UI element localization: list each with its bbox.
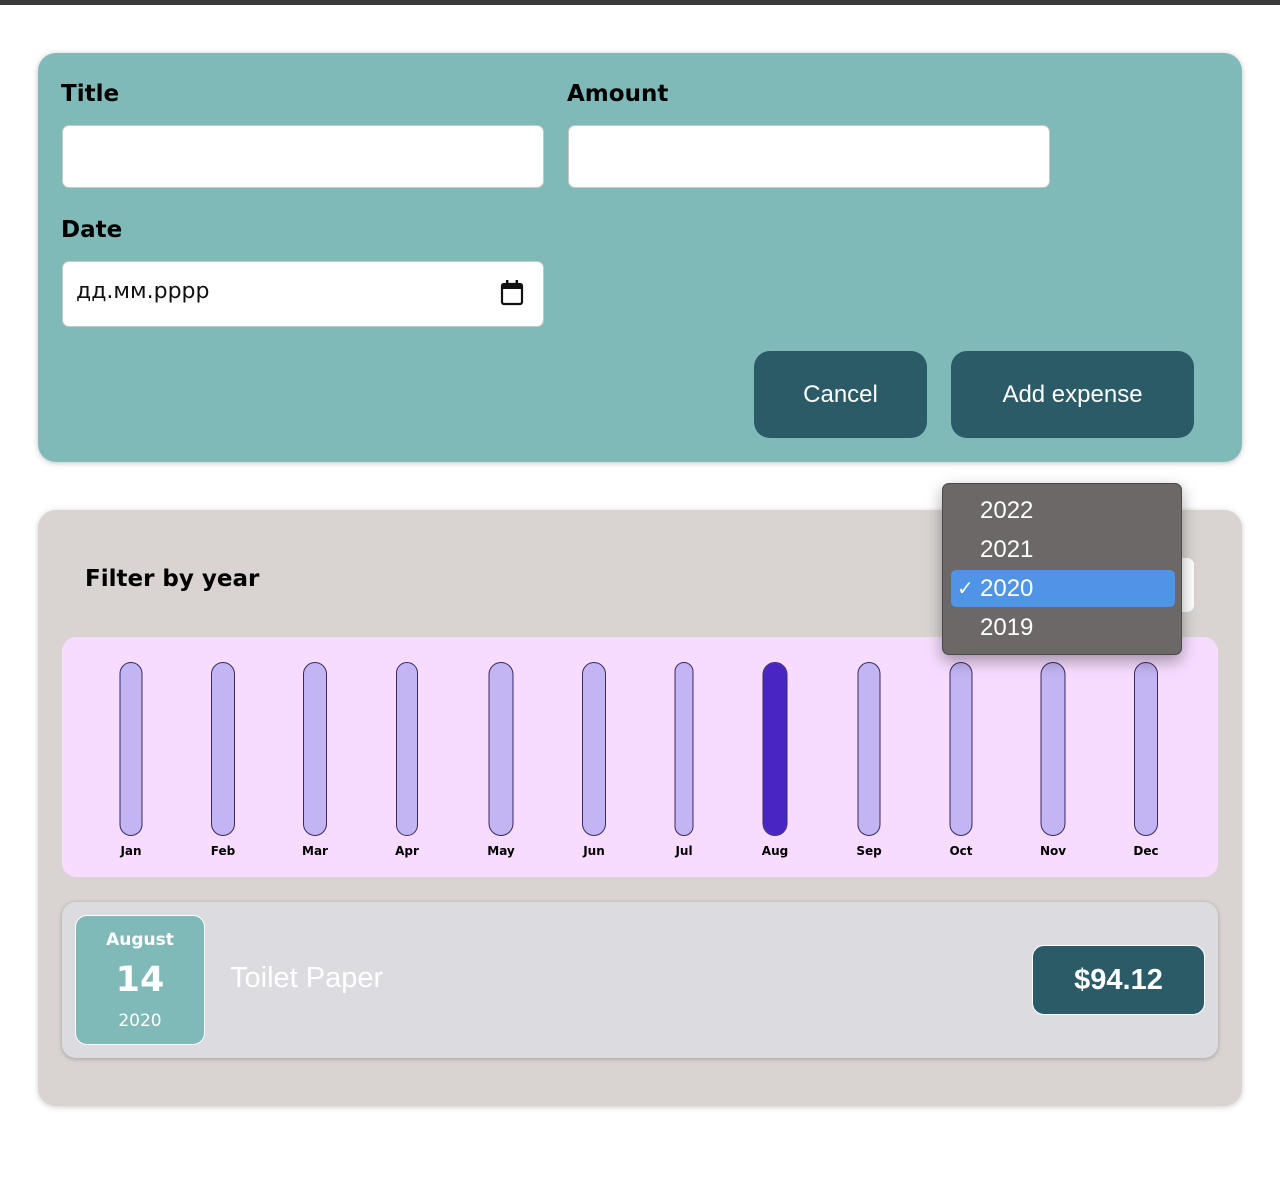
year-option-2021[interactable]: 2021	[951, 531, 1175, 568]
add-expense-button[interactable]: Add expense	[951, 351, 1194, 438]
year-option-2020[interactable]: ✓ 2020	[951, 570, 1175, 607]
chart-bar-column: Feb	[193, 660, 253, 860]
chart-bar-jun	[582, 662, 606, 836]
chart-bar-oct	[949, 662, 973, 836]
chart-bar-label: Sep	[856, 844, 882, 858]
chart-bar-label: Aug	[761, 844, 789, 858]
chart-bar-column: Nov	[1023, 660, 1083, 860]
checkmark-icon: ✓	[957, 578, 974, 600]
chart-bar-column: Mar	[285, 660, 345, 860]
chart-bar-label: Jul	[675, 844, 693, 858]
date-placeholder: дд.мм.рррр	[76, 279, 210, 304]
expense-month: August	[106, 930, 174, 950]
expense-day: 14	[115, 960, 165, 1000]
date-label: Date	[61, 217, 123, 243]
chart-bar-jan	[119, 662, 143, 836]
chart-bar-label: Oct	[949, 844, 973, 858]
chart-bar-aug	[762, 662, 788, 836]
chart-bar-label: Feb	[210, 844, 236, 858]
year-option-label: 2022	[980, 497, 1034, 524]
cancel-button[interactable]: Cancel	[754, 351, 927, 438]
year-option-label: 2021	[980, 536, 1034, 563]
year-dropdown-menu: 2022 2021 ✓ 2020 2019	[942, 483, 1182, 655]
expense-item: August 14 2020 Toilet Paper $94.12	[62, 902, 1218, 1058]
chart-bar-column: Sep	[839, 660, 899, 860]
chart-bar-label: Nov	[1039, 844, 1067, 858]
chart-bar-column: Jan	[101, 660, 161, 860]
amount-label: Amount	[567, 81, 669, 107]
expense-date: August 14 2020	[75, 915, 205, 1045]
chart-bar-sep	[857, 662, 881, 836]
chart-bar-column: Jul	[654, 660, 714, 860]
chart-bar-label: Jun	[583, 844, 605, 858]
chart-bar-column: Aug	[745, 660, 805, 860]
chart-bar-apr	[396, 662, 418, 836]
year-option-2019[interactable]: 2019	[951, 609, 1175, 646]
chart-bar-feb	[211, 662, 235, 836]
window-top-border	[0, 0, 1280, 5]
chart-bar-may	[488, 662, 514, 836]
chart-bar-column: Apr	[377, 660, 437, 860]
title-input[interactable]	[62, 125, 544, 188]
chart-bar-label: Mar	[302, 844, 328, 858]
year-option-label: 2019	[980, 614, 1034, 641]
calendar-icon[interactable]	[500, 279, 524, 307]
chart-bar-column: Dec	[1116, 660, 1176, 860]
new-expense-form: Title Amount Date дд.мм.рррр Cancel Add …	[38, 53, 1242, 462]
chart-bar-label: Dec	[1133, 844, 1159, 858]
title-label: Title	[61, 81, 120, 107]
chart-bar-label: Apr	[395, 844, 419, 858]
expense-amount: $94.12	[1032, 945, 1205, 1015]
chart-bar-fill	[763, 663, 787, 835]
chart-bar-column: Jun	[564, 660, 624, 860]
amount-input[interactable]	[568, 125, 1050, 188]
filter-by-year-label: Filter by year	[85, 566, 260, 592]
expense-title: Toilet Paper	[230, 962, 384, 994]
expense-year: 2020	[118, 1011, 162, 1031]
year-option-2022[interactable]: 2022	[951, 492, 1175, 529]
expenses-chart: Jan Feb Mar Apr May Jun Jul Aug Sep Oct Nov Dec	[62, 637, 1218, 877]
year-option-label: 2020	[980, 575, 1034, 602]
chart-bar-column: May	[471, 660, 531, 860]
chart-bar-jul	[674, 662, 694, 836]
chart-bar-column: Oct	[931, 660, 991, 860]
date-input[interactable]: дд.мм.рррр	[62, 261, 544, 327]
chart-bar-nov	[1040, 662, 1066, 836]
chart-bar-label: Jan	[120, 844, 142, 858]
chart-bar-label: May	[487, 844, 515, 858]
chart-bar-mar	[303, 662, 327, 836]
chart-bar-dec	[1134, 662, 1158, 836]
